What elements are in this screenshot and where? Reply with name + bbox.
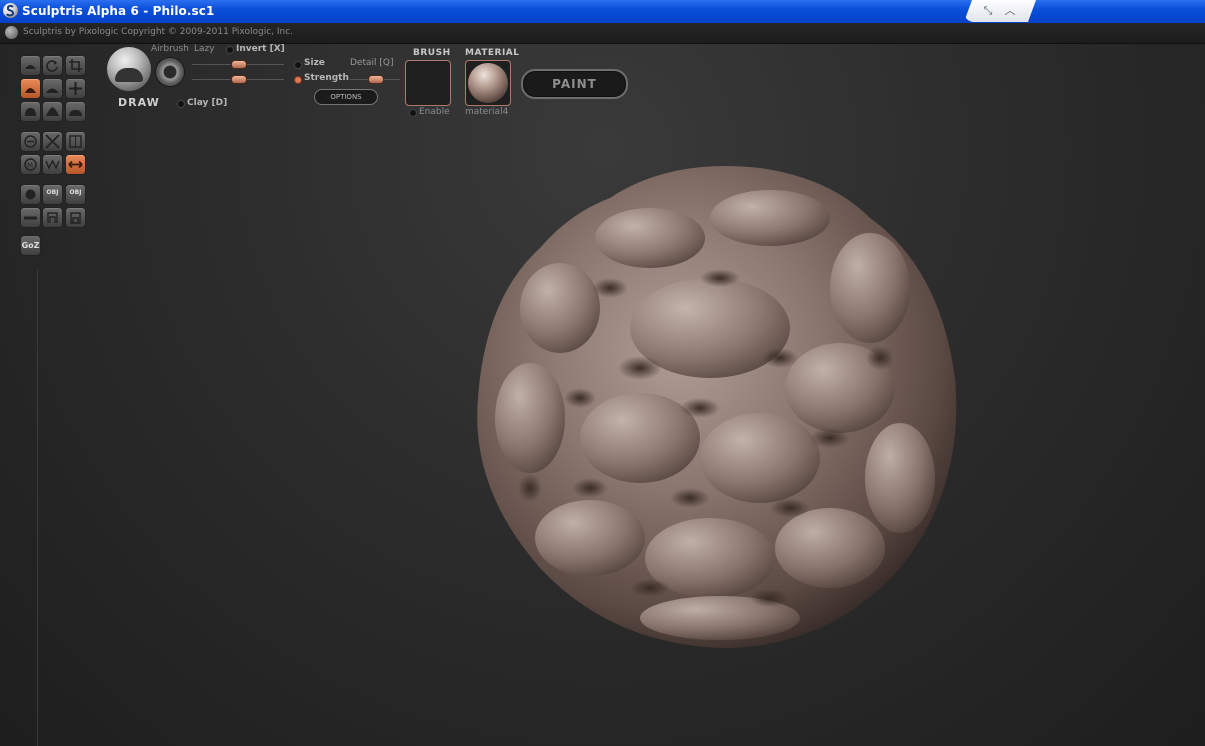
material-ball-icon [468, 63, 508, 103]
window-controls: ⤡ ︿ [964, 0, 1036, 22]
new-sphere-tool[interactable] [20, 184, 41, 205]
new-plane-tool[interactable] [20, 207, 41, 228]
save-file-tool[interactable] [65, 207, 86, 228]
svg-text:M: M [27, 162, 33, 170]
paint-button[interactable]: PAINT [521, 69, 628, 99]
material-slot[interactable] [465, 60, 511, 106]
window-title: Sculptris Alpha 6 - Philo.sc1 [22, 4, 215, 18]
flatten-tool[interactable] [42, 78, 63, 99]
material-name: material4 [465, 107, 509, 117]
plane-tool[interactable] [65, 131, 86, 152]
strength-radio[interactable] [294, 76, 302, 84]
airbrush-label: Airbrush [151, 44, 189, 54]
symmetry-tool[interactable] [20, 55, 41, 76]
app-header: Sculptris by Pixologic Copyright © 2009-… [0, 23, 1205, 44]
brush-heading: BRUSH [413, 48, 451, 58]
size-label: Size [304, 58, 325, 68]
reduce-selected-tool[interactable]: M [20, 154, 41, 175]
detail-slider-knob[interactable] [368, 75, 384, 84]
window-titlebar[interactable]: Sculptris Alpha 6 - Philo.sc1 ⤡ ︿ [0, 0, 1205, 24]
sculptris-app-icon[interactable] [3, 3, 18, 18]
restore-icon[interactable]: ⤡ [980, 4, 996, 18]
strength-label: Strength [304, 73, 349, 83]
options-button[interactable]: OPTIONS [314, 89, 378, 105]
airbrush-toggle[interactable] [155, 57, 185, 87]
chevron-up-icon[interactable]: ︿ [1002, 4, 1018, 18]
open-file-tool[interactable] [42, 207, 63, 228]
detail-label[interactable]: Detail [Q] [350, 58, 393, 68]
export-obj-tool[interactable]: OBJ [65, 184, 86, 205]
mask-tool[interactable] [42, 131, 63, 152]
size-slider-knob[interactable] [231, 60, 247, 69]
crop-tool[interactable] [65, 55, 86, 76]
mirror-tool[interactable] [65, 154, 86, 175]
goz-button[interactable]: GoZ [20, 235, 41, 256]
enable-label: Enable [419, 107, 450, 117]
size-radio[interactable] [294, 61, 302, 69]
inflate-tool[interactable] [20, 101, 41, 122]
pixologic-logo-icon [5, 26, 18, 39]
draw-brush-preview-icon[interactable] [107, 47, 151, 91]
material-heading: MATERIAL [465, 48, 520, 58]
smooth-tool[interactable] [65, 101, 86, 122]
grab-tool[interactable] [65, 78, 86, 99]
copyright-text: Sculptris by Pixologic Copyright © 2009-… [23, 27, 294, 37]
reduce-brush-tool[interactable] [20, 131, 41, 152]
clay-label: Clay [D] [187, 98, 228, 108]
rotate-tool[interactable] [42, 55, 63, 76]
wireframe-tool[interactable] [42, 154, 63, 175]
pinch-tool[interactable] [42, 101, 63, 122]
viewport-divider [37, 270, 38, 746]
brush-texture-slot[interactable] [405, 60, 451, 106]
import-obj-tool[interactable]: OBJ [42, 184, 63, 205]
lazy-label: Lazy [194, 44, 215, 54]
sculpt-model[interactable] [470, 158, 970, 658]
brush-enable-checkbox[interactable] [409, 109, 417, 117]
invert-checkbox[interactable] [226, 46, 234, 54]
clay-checkbox[interactable] [177, 100, 185, 108]
tool-name: DRAW [118, 96, 160, 109]
strength-slider-knob[interactable] [231, 75, 247, 84]
invert-label: Invert [X] [236, 44, 285, 54]
draw-tool[interactable] [20, 78, 41, 99]
